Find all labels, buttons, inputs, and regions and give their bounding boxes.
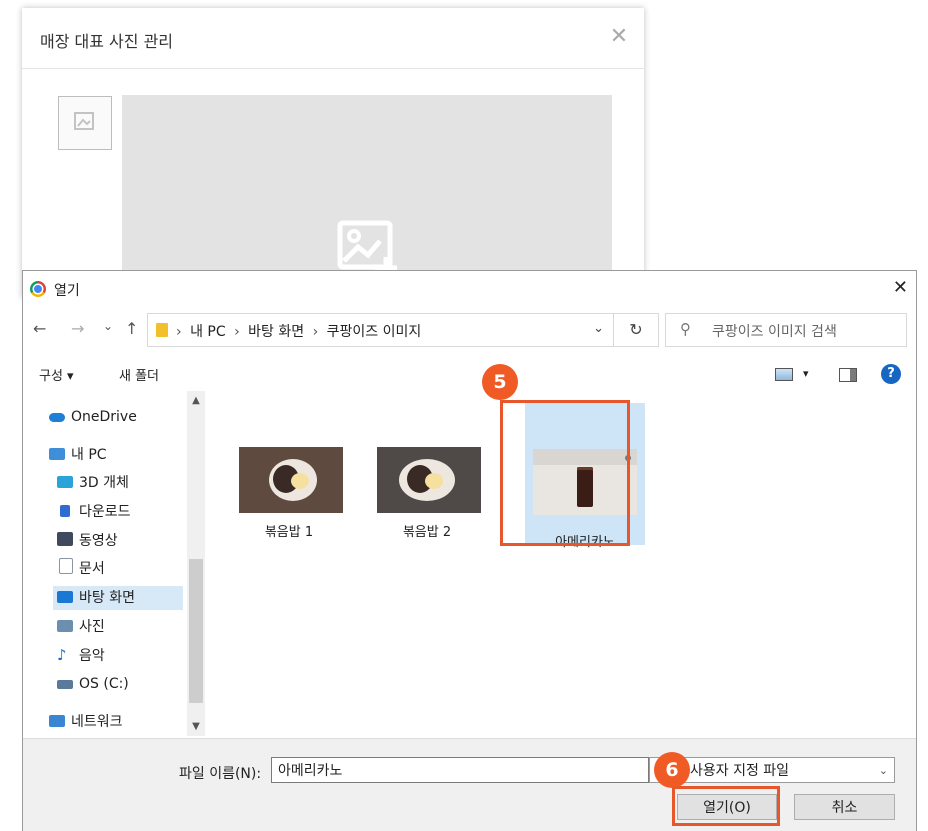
breadcrumb-folder[interactable]: 쿠팡이즈 이미지 [327, 324, 422, 340]
filetype-value: 사용자 지정 파일 [690, 763, 790, 779]
forward-arrow-icon[interactable]: → [71, 319, 84, 338]
fried-rice-thumbnail [239, 447, 343, 513]
sidebar-item-os-drive[interactable]: OS (C:) [57, 672, 129, 696]
back-arrow-icon[interactable]: ← [33, 319, 46, 338]
search-input[interactable]: 쿠팡이즈 이미지 검색 [712, 321, 837, 341]
thumbnail-slot[interactable] [58, 96, 112, 150]
sidebar-item-pictures[interactable]: 사진 [57, 615, 105, 639]
sidebar-item-label: OneDrive [71, 409, 137, 425]
sidebar-item-music[interactable]: ♪ 음악 [57, 643, 105, 667]
computer-icon [49, 448, 65, 460]
up-arrow-icon[interactable]: ↑ [125, 319, 138, 338]
sidebar-item-videos[interactable]: 동영상 [57, 529, 118, 553]
cloud-icon [49, 413, 65, 422]
sidebar-item-label: 동영상 [79, 533, 118, 549]
navigation-pane: OneDrive 내 PC 3D 개체 다운로드 동영상 문서 바탕 화면 사진… [23, 391, 207, 736]
filename-label: 파일 이름(N): [179, 766, 262, 782]
step6-highlight [672, 786, 780, 826]
address-bar[interactable]: › 내 PC › 바탕 화면 › 쿠팡이즈 이미지 ⌄ [147, 313, 617, 347]
desktop-icon [57, 591, 73, 603]
scroll-down-icon[interactable]: ▼ [187, 721, 205, 732]
sidebar-item-label: 내 PC [71, 447, 107, 463]
search-icon: ⚲ [680, 320, 691, 338]
sidebar-item-network[interactable]: 네트워크 [49, 710, 123, 734]
modal-close-icon[interactable]: ✕ [606, 24, 632, 49]
folder-icon [156, 323, 168, 337]
document-icon [59, 558, 73, 574]
search-box[interactable]: ⚲ 쿠팡이즈 이미지 검색 [665, 313, 907, 347]
preview-pane-icon[interactable] [839, 368, 857, 382]
add-image-small-icon [74, 112, 94, 130]
breadcrumb-desktop[interactable]: 바탕 화면 [248, 324, 304, 340]
modal-divider [22, 68, 644, 69]
sidebar-item-onedrive[interactable]: OneDrive [49, 405, 137, 429]
cube-icon [57, 476, 73, 488]
scrollbar-thumb[interactable] [189, 559, 203, 703]
sidebar-item-label: OS (C:) [79, 676, 129, 692]
sidebar-item-label: 음악 [79, 648, 105, 664]
drive-icon [57, 680, 73, 689]
step5-highlight [500, 400, 630, 546]
step5-badge: 5 [482, 364, 518, 400]
sidebar-item-label: 바탕 화면 [79, 590, 135, 606]
view-options-icon[interactable] [775, 368, 793, 381]
picture-icon [57, 620, 73, 632]
dialog-close-icon[interactable]: ✕ [893, 277, 908, 298]
network-icon [49, 715, 65, 727]
breadcrumb-separator: › [234, 324, 240, 340]
dialog-titlebar: 열기 ✕ [23, 271, 916, 307]
fried-rice-thumbnail [377, 447, 481, 513]
sidebar-item-label: 네트워크 [71, 714, 123, 730]
help-icon[interactable]: ? [881, 364, 901, 384]
sidebar-item-label: 문서 [79, 561, 105, 577]
dialog-footer: 파일 이름(N): 아메리카노 ⌄ 사용자 지정 파일 ⌄ 열기(O) 취소 [23, 738, 916, 831]
photo-manager-modal: 매장 대표 사진 관리 ✕ [22, 8, 644, 305]
dialog-title: 열기 [54, 283, 80, 299]
sidebar-item-3d-objects[interactable]: 3D 개체 [57, 471, 129, 495]
navigation-scrollbar[interactable]: ▲ ▼ [187, 391, 205, 736]
cancel-button[interactable]: 취소 [794, 794, 895, 820]
music-note-icon: ♪ [57, 646, 67, 664]
address-dropdown-icon[interactable]: ⌄ [593, 321, 604, 336]
scroll-up-icon[interactable]: ▲ [187, 395, 205, 406]
breadcrumb-separator: › [312, 324, 319, 340]
sidebar-item-downloads[interactable]: 다운로드 [57, 500, 131, 524]
sidebar-item-label: 3D 개체 [79, 475, 129, 491]
file-name: 볶음밥 1 [264, 525, 314, 540]
filename-value: 아메리카노 [278, 763, 343, 779]
command-bar: 구성 ▾ 새 폴더 ▾ ? [23, 355, 916, 391]
filename-input[interactable]: 아메리카노 ⌄ [271, 757, 664, 783]
breadcrumb: › 내 PC › 바탕 화면 › 쿠팡이즈 이미지 [176, 321, 425, 341]
new-folder-button[interactable]: 새 폴더 [119, 365, 159, 384]
view-dropdown-icon[interactable]: ▾ [803, 367, 809, 380]
breadcrumb-separator: › [176, 324, 182, 340]
step6-badge: 6 [654, 752, 690, 788]
breadcrumb-this-pc[interactable]: 내 PC [190, 324, 226, 340]
sidebar-item-this-pc[interactable]: 내 PC [49, 443, 107, 467]
refresh-icon[interactable]: ↻ [613, 313, 659, 347]
download-arrow-icon [60, 505, 70, 517]
chevron-down-icon: ⌄ [878, 764, 888, 777]
sidebar-item-documents[interactable]: 문서 [57, 557, 105, 581]
sidebar-item-label: 다운로드 [79, 504, 131, 520]
file-name: 볶음밥 2 [402, 525, 452, 540]
modal-title: 매장 대표 사진 관리 [40, 32, 174, 51]
sidebar-item-desktop[interactable]: 바탕 화면 [53, 586, 183, 610]
film-icon [57, 532, 73, 546]
file-open-dialog: 열기 ✕ ← → ⌄ ↑ › 내 PC › 바탕 화면 › 쿠팡이즈 이미지 ⌄… [22, 270, 917, 831]
recent-locations-icon[interactable]: ⌄ [103, 319, 113, 333]
navigation-bar: ← → ⌄ ↑ › 내 PC › 바탕 화면 › 쿠팡이즈 이미지 ⌄ ↻ ⚲ … [23, 309, 916, 349]
organize-button[interactable]: 구성 ▾ [39, 365, 74, 384]
chrome-logo-icon [30, 281, 46, 297]
sidebar-item-label: 사진 [79, 619, 105, 635]
